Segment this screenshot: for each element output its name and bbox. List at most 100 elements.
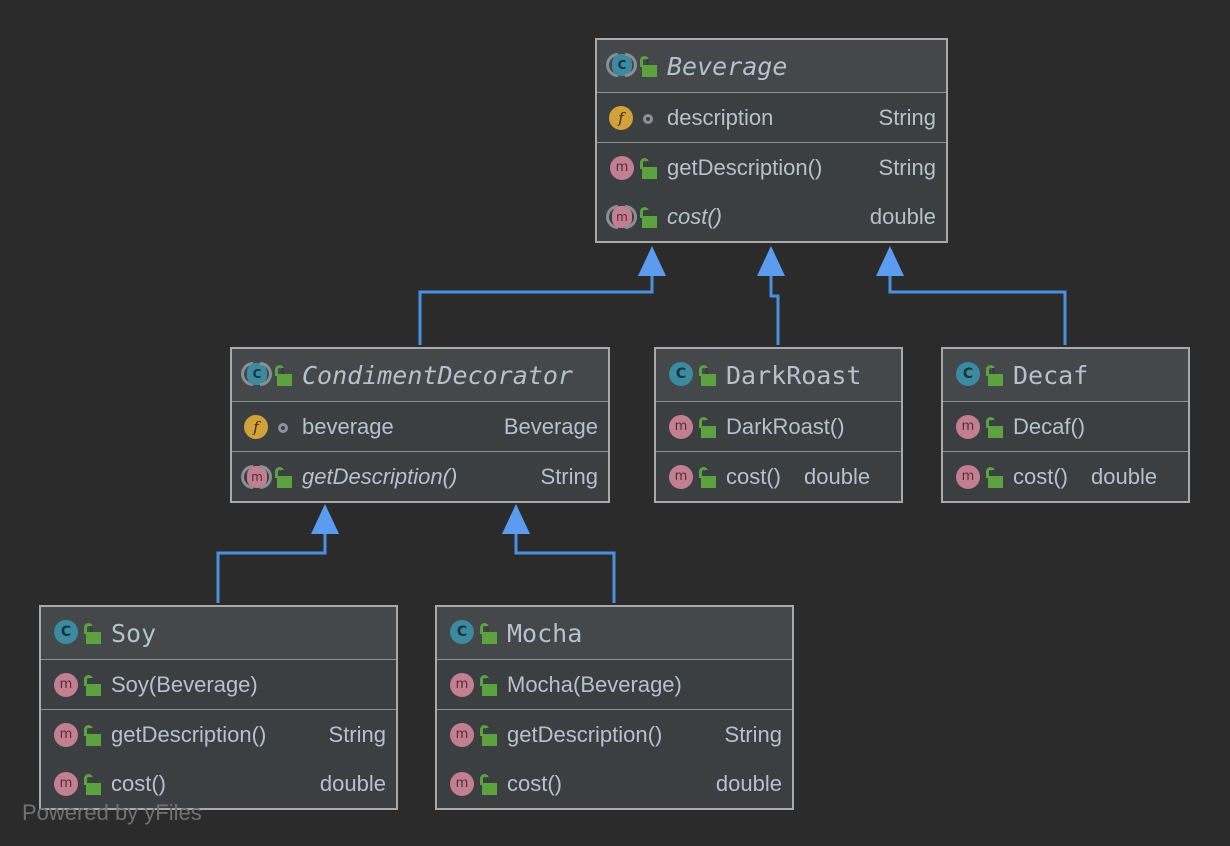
open-padlock-icon — [274, 466, 293, 488]
class-box-soy[interactable]: C Soy m Soy(Beverage) m getDescription()… — [39, 605, 398, 810]
class-constructors-section-mocha: m Mocha(Beverage) — [437, 660, 792, 710]
class-icon: C — [51, 620, 78, 646]
yfiles-watermark: Powered by yFiles — [22, 800, 202, 825]
member-name: cost() — [507, 770, 562, 796]
open-padlock-icon — [274, 364, 293, 386]
class-constructors-section-decaf: m Decaf() — [943, 402, 1188, 452]
class-header-beverage: C Beverage — [597, 40, 946, 93]
open-padlock-icon — [479, 773, 498, 795]
member-name: getDescription() — [111, 721, 267, 747]
class-icon: C — [953, 362, 980, 388]
open-padlock-icon — [639, 55, 658, 77]
member-type: String — [878, 104, 936, 130]
class-box-decaf[interactable]: C Decaf m Decaf() m cost() double — [941, 347, 1190, 503]
edge-decaf-beverage — [888, 272, 1067, 345]
class-header-soy: C Soy — [41, 607, 396, 660]
class-header-decaf: C Decaf — [943, 349, 1188, 402]
open-padlock-icon — [698, 364, 717, 386]
open-padlock-icon — [698, 466, 717, 488]
member-row[interactable]: m getDescription() String — [232, 452, 608, 501]
member-row[interactable]: m getDescription() String — [597, 143, 946, 192]
class-name-beverage: Beverage — [667, 51, 788, 81]
class-methods-section-decaf: m cost() double — [943, 452, 1188, 501]
member-name: cost() — [667, 203, 722, 229]
member-type: double — [1091, 463, 1158, 489]
member-name: Soy(Beverage) — [111, 671, 258, 697]
class-box-beverage[interactable]: C Beverage f description String m getDes… — [595, 38, 948, 243]
abstract-method-icon: m — [606, 204, 637, 230]
protected-ring-icon — [274, 416, 293, 438]
field-icon: f — [242, 414, 268, 440]
class-fields-section-condimentdecorator: f beverage Beverage — [232, 402, 608, 452]
open-padlock-icon — [698, 416, 717, 438]
member-name: cost() — [111, 770, 166, 796]
class-name-decaf: Decaf — [1013, 360, 1089, 390]
member-row[interactable]: m Mocha(Beverage) — [437, 660, 792, 709]
member-row[interactable]: m cost() double — [943, 452, 1188, 501]
field-icon: f — [607, 105, 633, 131]
member-name: cost() — [726, 463, 781, 489]
method-icon: m — [447, 672, 474, 698]
member-row[interactable]: m Soy(Beverage) — [41, 660, 396, 709]
open-padlock-icon — [639, 206, 658, 228]
method-icon: m — [51, 771, 78, 797]
uml-diagram-canvas: C Beverage f description String m getDes… — [0, 0, 1230, 846]
member-type: Beverage — [503, 413, 598, 439]
arrowhead-soy — [311, 504, 339, 534]
class-constructors-section-darkroast: m DarkRoast() — [656, 402, 901, 452]
method-icon: m — [666, 414, 693, 440]
class-methods-section-beverage: m getDescription() String m cost() doubl… — [597, 143, 946, 241]
member-row[interactable]: m cost() double — [656, 452, 901, 501]
class-name-mocha: Mocha — [507, 618, 583, 648]
member-row[interactable]: m getDescription() String — [437, 710, 792, 759]
arrowhead-mocha — [502, 504, 530, 534]
class-header-darkroast: C DarkRoast — [656, 349, 901, 402]
open-padlock-icon — [985, 364, 1004, 386]
open-padlock-icon — [83, 674, 102, 696]
edge-darkroast-beverage — [769, 272, 780, 345]
open-padlock-icon — [83, 622, 102, 644]
method-icon: m — [51, 672, 78, 698]
member-row[interactable]: m cost() double — [597, 192, 946, 241]
abstract-class-icon: C — [241, 362, 272, 388]
protected-ring-icon — [639, 107, 658, 129]
method-icon: m — [953, 464, 980, 490]
open-padlock-icon — [985, 416, 1004, 438]
edge-soy-condimentdecorator — [216, 530, 327, 603]
class-fields-section-beverage: f description String — [597, 93, 946, 143]
class-icon: C — [666, 362, 693, 388]
class-box-mocha[interactable]: C Mocha m Mocha(Beverage) m getDescripti… — [435, 605, 794, 810]
class-name-condimentdecorator: CondimentDecorator — [302, 360, 573, 390]
abstract-class-icon: C — [606, 53, 637, 79]
member-name: getDescription() — [667, 154, 823, 180]
class-icon: C — [447, 620, 474, 646]
class-box-condimentdecorator[interactable]: C CondimentDecorator f beverage Beverage… — [230, 347, 610, 503]
method-icon: m — [607, 155, 634, 181]
member-row[interactable]: m DarkRoast() — [656, 402, 901, 451]
member-row[interactable]: f description String — [597, 93, 946, 142]
member-name: description — [667, 104, 774, 130]
class-box-darkroast[interactable]: C DarkRoast m DarkRoast() m cost() doubl… — [654, 347, 903, 503]
open-padlock-icon — [83, 773, 102, 795]
member-type: double — [804, 463, 871, 489]
method-icon: m — [447, 722, 474, 748]
edge-condimentdecorator-beverage — [418, 272, 654, 345]
class-header-mocha: C Mocha — [437, 607, 792, 660]
class-header-condimentdecorator: C CondimentDecorator — [232, 349, 608, 402]
member-row[interactable]: f beverage Beverage — [232, 402, 608, 451]
member-name: getDescription() — [302, 463, 458, 489]
member-name: Mocha(Beverage) — [507, 671, 682, 697]
member-row[interactable]: m getDescription() String — [41, 710, 396, 759]
open-padlock-icon — [639, 157, 658, 179]
arrowhead-decaf — [876, 246, 904, 276]
class-name-soy: Soy — [111, 618, 157, 648]
member-name: beverage — [302, 413, 394, 439]
member-row[interactable]: m Decaf() — [943, 402, 1188, 451]
member-name: Decaf() — [1013, 413, 1086, 439]
class-name-darkroast: DarkRoast — [726, 360, 862, 390]
method-icon: m — [51, 722, 78, 748]
member-row[interactable]: m cost() double — [437, 759, 792, 808]
member-type: String — [724, 721, 782, 747]
member-type: String — [540, 463, 598, 489]
class-methods-section-condimentdecorator: m getDescription() String — [232, 452, 608, 501]
